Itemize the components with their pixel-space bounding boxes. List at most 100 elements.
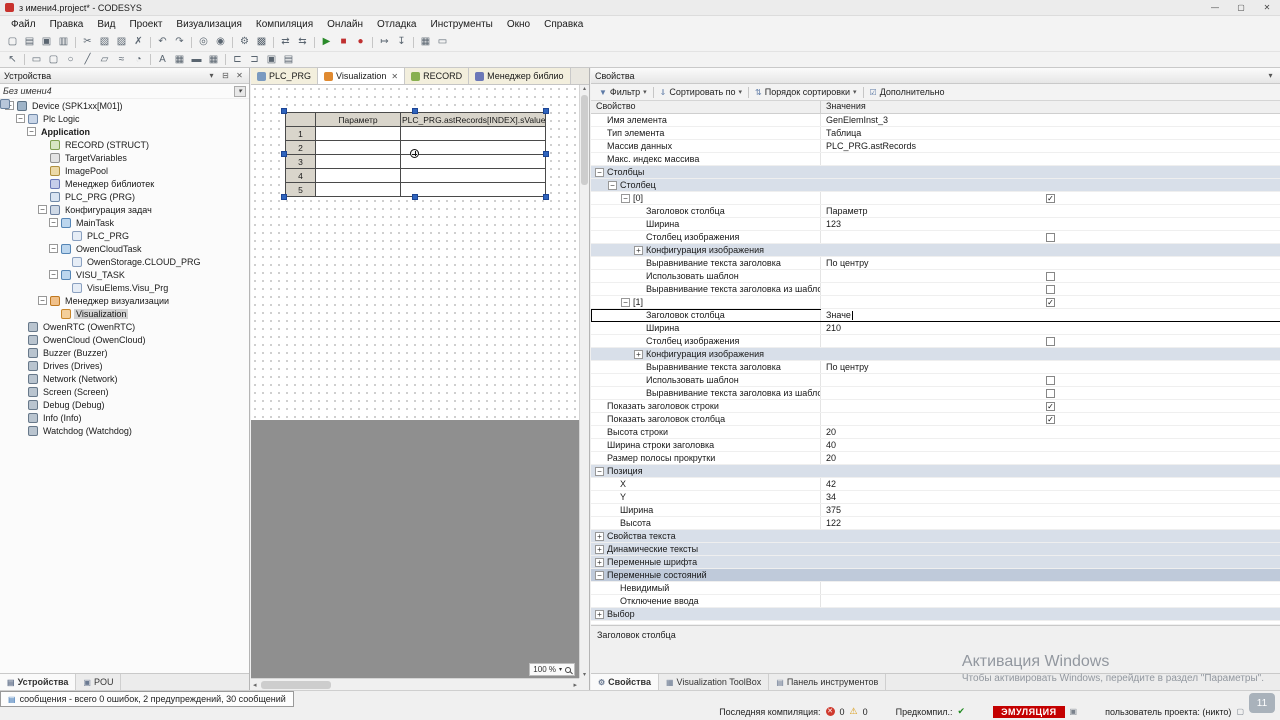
redo-icon[interactable]: ↷: [171, 35, 188, 49]
menu-item[interactable]: Визуализация: [169, 18, 248, 31]
ellipse-icon[interactable]: ○: [62, 53, 79, 67]
prop-value[interactable]: GenElemInst_3: [821, 114, 1280, 126]
menu-item[interactable]: Онлайн: [320, 18, 370, 31]
prop-row[interactable]: Использовать шаблон: [591, 270, 1280, 283]
prop-row[interactable]: Имя элемента GenElemInst_3: [591, 114, 1280, 127]
cut-icon[interactable]: ✂: [79, 35, 96, 49]
tab-properties[interactable]: ⚙ Свойства: [591, 674, 659, 690]
prop-row[interactable]: Отключение ввода: [591, 595, 1280, 608]
find-icon[interactable]: ◎: [195, 35, 212, 49]
prop-row[interactable]: − Столбец: [591, 179, 1280, 192]
prop-row[interactable]: + Динамические тексты: [591, 543, 1280, 556]
expander-icon[interactable]: −: [49, 244, 58, 253]
step-into-icon[interactable]: ↧: [393, 35, 410, 49]
text-icon[interactable]: A: [154, 53, 171, 67]
expander-icon[interactable]: −: [38, 296, 47, 305]
resize-handle[interactable]: [543, 151, 549, 157]
prop-row[interactable]: Ширина 123: [591, 218, 1280, 231]
order-icon[interactable]: ▤: [280, 53, 297, 67]
undo-icon[interactable]: ↶: [154, 35, 171, 49]
prop-row[interactable]: + Свойства текста: [591, 530, 1280, 543]
expander-icon[interactable]: +: [634, 245, 643, 255]
tab-visualization-toolbox[interactable]: ▦ Visualization ToolBox: [659, 674, 770, 690]
expander-icon[interactable]: −: [27, 127, 36, 136]
advanced-toggle[interactable]: ☑ Дополнительно: [866, 87, 949, 97]
menu-item[interactable]: Окно: [500, 18, 537, 31]
stop-icon[interactable]: ■: [335, 35, 352, 49]
prop-row[interactable]: − Позиция: [591, 465, 1280, 478]
tree-item[interactable]: Drives (Drives): [0, 359, 249, 372]
delete-icon[interactable]: ✗: [130, 35, 147, 49]
prop-row[interactable]: Макс. индекс массива: [591, 153, 1280, 166]
prop-value[interactable]: [821, 153, 1280, 165]
menu-item[interactable]: Файл: [4, 18, 43, 31]
tree-item[interactable]: − OwenCloudTask: [0, 242, 249, 255]
prop-row[interactable]: Выравнивание текста заголовка По центру: [591, 361, 1280, 374]
minimize-button[interactable]: —: [1202, 0, 1228, 16]
prop-value[interactable]: [821, 166, 1280, 178]
replace-icon[interactable]: ◉: [212, 35, 229, 49]
prop-value[interactable]: 34: [821, 491, 1280, 503]
expander-icon[interactable]: +: [595, 609, 604, 619]
monitor-icon[interactable]: ▦: [417, 35, 434, 49]
tree-item[interactable]: − MainTask: [0, 216, 249, 229]
tree-item[interactable]: Buzzer (Buzzer): [0, 346, 249, 359]
menu-item[interactable]: Компиляция: [249, 18, 320, 31]
tab-devices[interactable]: ▤ Устройства: [0, 674, 77, 690]
menu-item[interactable]: Проект: [122, 18, 169, 31]
sort-by-button[interactable]: ⇓ Сортировать по ▾: [656, 87, 746, 97]
prop-value[interactable]: [821, 283, 1280, 295]
panel-menu-icon[interactable]: ▾: [1265, 71, 1276, 80]
maximize-button[interactable]: ▢: [1228, 0, 1254, 16]
prop-value[interactable]: [821, 244, 1280, 256]
tree-item[interactable]: Network (Network): [0, 372, 249, 385]
prop-row[interactable]: Ширина строки заголовка 40: [591, 439, 1280, 452]
prop-row[interactable]: Y 34: [591, 491, 1280, 504]
visualization-canvas[interactable]: Параметр PLC_PRG.astRecords[INDEX].sValue…: [251, 85, 579, 678]
expander-icon[interactable]: +: [634, 349, 643, 359]
tab-visualization[interactable]: Visualization ✕: [318, 68, 406, 84]
print-icon[interactable]: ▥: [55, 35, 72, 49]
save-icon[interactable]: ▣: [38, 35, 55, 49]
horizontal-scrollbar[interactable]: ◂ ▸: [251, 678, 579, 690]
checkbox[interactable]: ✓: [1046, 297, 1055, 307]
prop-value[interactable]: Значе: [821, 309, 1280, 321]
rounded-rect-icon[interactable]: ▢: [45, 53, 62, 67]
tree-item[interactable]: OwenCloud (OwenCloud): [0, 333, 249, 346]
prop-value[interactable]: [821, 543, 1280, 555]
menu-item[interactable]: Правка: [43, 18, 91, 31]
tree-item[interactable]: Visualization: [0, 307, 249, 320]
prop-row[interactable]: Столбец изображения: [591, 335, 1280, 348]
tree-item[interactable]: − VISU_TASK: [0, 268, 249, 281]
prop-row[interactable]: − Столбцы: [591, 166, 1280, 179]
prop-value[interactable]: 20: [821, 426, 1280, 438]
prop-value[interactable]: Параметр: [821, 205, 1280, 217]
prop-value[interactable]: ✓: [821, 296, 1280, 308]
expander-icon[interactable]: −: [595, 466, 604, 476]
menu-item[interactable]: Инструменты: [424, 18, 500, 31]
prop-value[interactable]: По центру: [821, 361, 1280, 373]
logout-icon[interactable]: ⇆: [294, 35, 311, 49]
prop-value[interactable]: [821, 231, 1280, 243]
open-project-icon[interactable]: ▤: [21, 35, 38, 49]
resize-handle[interactable]: [281, 108, 287, 114]
prop-row[interactable]: Выравнивание текста заголовка из шаблона: [591, 387, 1280, 400]
line-icon[interactable]: ╱: [79, 53, 96, 67]
menu-item[interactable]: Справка: [537, 18, 590, 31]
prop-row[interactable]: Показать заголовок строки ✓: [591, 400, 1280, 413]
prop-row[interactable]: + Выбор: [591, 608, 1280, 621]
prop-value[interactable]: 123: [821, 218, 1280, 230]
prop-row[interactable]: Ширина 210: [591, 322, 1280, 335]
prop-row[interactable]: Заголовок столбца Параметр: [591, 205, 1280, 218]
prop-row[interactable]: Ширина 375: [591, 504, 1280, 517]
tab-tool-panel[interactable]: ▤ Панель инструментов: [769, 674, 887, 690]
resize-handle[interactable]: [543, 108, 549, 114]
prop-row[interactable]: Высота строки 20: [591, 426, 1280, 439]
tree-item[interactable]: Watchdog (Watchdog): [0, 424, 249, 437]
tab-pou[interactable]: ▣ POU: [76, 674, 122, 690]
checkbox[interactable]: ✓: [1046, 193, 1055, 203]
expander-icon[interactable]: −: [595, 167, 604, 177]
prop-value[interactable]: [821, 569, 1280, 581]
tree-item[interactable]: Менеджер библиотек: [0, 177, 249, 190]
tree-item[interactable]: − Менеджер визуализации: [0, 294, 249, 307]
